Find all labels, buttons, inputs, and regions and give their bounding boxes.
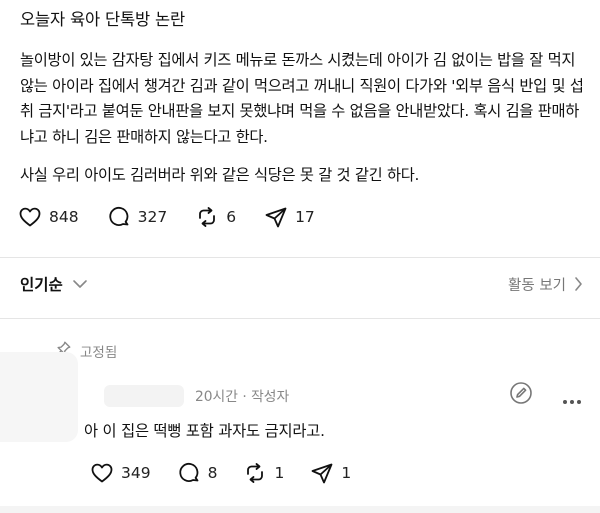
comment-icon xyxy=(107,205,131,229)
post-paragraph: 놀이방이 있는 감자탕 집에서 키즈 메뉴로 돈까스 시켰는데 아이가 김 없이… xyxy=(20,51,584,146)
chevron-right-icon[interactable] xyxy=(572,276,584,296)
sort-dropdown[interactable]: 인기순 xyxy=(20,273,63,295)
comment-text: 아 이 집은 떡뻥 포함 과자도 금지라고. xyxy=(84,422,325,440)
share-button[interactable]: 17 xyxy=(264,205,315,229)
bottom-bar xyxy=(0,506,600,513)
chevron-down-icon[interactable] xyxy=(70,274,90,298)
divider xyxy=(0,318,600,319)
heart-icon xyxy=(90,461,114,485)
send-icon xyxy=(310,461,334,485)
comment-actions: 349 8 1 1 xyxy=(90,461,377,485)
sort-row: 인기순 활동 보기 xyxy=(0,268,600,300)
heart-icon xyxy=(18,205,42,229)
comment-repost-button[interactable]: 1 xyxy=(243,461,284,485)
repost-button[interactable]: 6 xyxy=(195,205,236,229)
post-paragraph: 사실 우리 아이도 김러버라 위와 같은 식당은 못 갈 것 같긴 하다. xyxy=(20,166,420,185)
avatar[interactable] xyxy=(0,352,78,442)
edit-icon[interactable] xyxy=(509,381,533,409)
like-count: 848 xyxy=(49,208,79,226)
post-actions: 848 327 6 17 xyxy=(18,205,343,229)
pinned-label: 고정됨 xyxy=(80,345,118,361)
share-count: 17 xyxy=(295,208,315,226)
post-body: 놀이방이 있는 감자탕 집에서 키즈 메뉴로 돈까스 시켰는데 아이가 김 없이… xyxy=(20,48,592,189)
repost-icon xyxy=(243,461,267,485)
comment-reply-count: 8 xyxy=(207,464,218,482)
repost-icon xyxy=(195,205,219,229)
comment-share-count: 1 xyxy=(341,464,352,482)
comment-share-button[interactable]: 1 xyxy=(310,461,351,485)
comment-count: 327 xyxy=(137,208,168,226)
more-icon[interactable] xyxy=(562,390,582,409)
like-button[interactable]: 848 xyxy=(18,205,79,229)
comment-like-button[interactable]: 349 xyxy=(90,461,151,485)
comment-meta: 20시간 · 작성자 xyxy=(195,389,290,405)
send-icon xyxy=(264,205,288,229)
comment-reply-button[interactable]: 8 xyxy=(177,461,218,485)
repost-count: 6 xyxy=(226,208,237,226)
comment-author[interactable] xyxy=(104,385,184,407)
activity-link[interactable]: 활동 보기 xyxy=(508,274,566,295)
comment-icon xyxy=(177,461,201,485)
comment-button[interactable]: 327 xyxy=(107,205,168,229)
comment-repost-count: 1 xyxy=(274,464,285,482)
divider xyxy=(0,257,600,258)
comment-like-count: 349 xyxy=(121,464,151,482)
post-title: 오늘자 육아 단톡방 논란 xyxy=(20,10,185,29)
